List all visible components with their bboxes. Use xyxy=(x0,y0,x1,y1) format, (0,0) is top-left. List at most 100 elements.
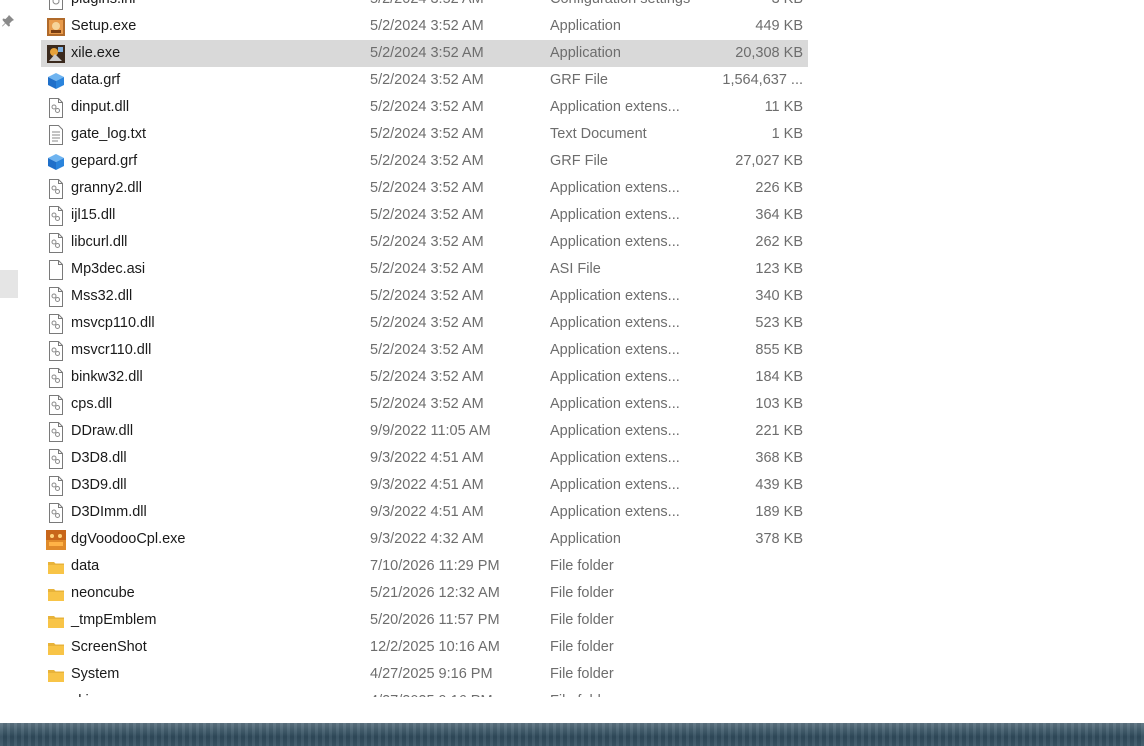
file-size: 364 KB xyxy=(755,207,803,223)
file-type: Configuration settings xyxy=(550,0,690,7)
file-size: 1,564,637 ... xyxy=(722,72,803,88)
file-row[interactable]: DDraw.dll 9/9/2022 11:05 AM Application ex… xyxy=(41,418,808,445)
file-row[interactable]: ijl15.dll 5/2/2024 3:52 AM Application ext… xyxy=(41,202,808,229)
file-size: 368 KB xyxy=(755,450,803,466)
file-row[interactable]: granny2.dll 5/2/2024 3:52 AM Application e… xyxy=(41,175,808,202)
file-type: Application extens... xyxy=(550,180,680,196)
file-row[interactable]: D3D8.dll 9/3/2022 4:51 AM Application exte… xyxy=(41,445,808,472)
file-size: 11 KB xyxy=(764,99,803,115)
folder-icon xyxy=(46,557,66,577)
file-row[interactable]: _tmpEmblem 5/20/2026 11:57 PM File folder xyxy=(41,607,808,634)
file-row[interactable]: dinput.dll 5/2/2024 3:52 AM Application ex… xyxy=(41,94,808,121)
file-type: Application extens... xyxy=(550,396,680,412)
file-row[interactable]: dgVoodooCpl.exe 9/3/2022 4:32 AM Applicati… xyxy=(41,526,808,553)
dll-icon xyxy=(46,395,66,415)
file-name: msvcr110.dll xyxy=(71,342,152,358)
file-row[interactable]: msvcp110.dll 5/2/2024 3:52 AM Application … xyxy=(41,310,808,337)
window-bottom-edge xyxy=(0,697,1144,723)
desktop-wallpaper-strip xyxy=(0,723,1144,746)
file-row[interactable]: gate_log.txt 5/2/2024 3:52 AM Text Documen… xyxy=(41,121,808,148)
file-row[interactable]: System 4/27/2025 9:16 PM File folder xyxy=(41,661,808,688)
file-size: 184 KB xyxy=(755,369,803,385)
file-row[interactable]: neoncube 5/21/2026 12:32 AM File folder xyxy=(41,580,808,607)
file-size: 123 KB xyxy=(755,261,803,277)
setup-exe-icon xyxy=(46,17,66,37)
file-row[interactable]: plugins.ini 5/2/2024 3:52 AM Configuration… xyxy=(41,0,808,13)
dll-icon xyxy=(46,476,66,496)
file-name: DDraw.dll xyxy=(71,423,134,439)
navigation-selected-item[interactable] xyxy=(0,270,18,298)
file-row[interactable]: Setup.exe 5/2/2024 3:52 AM Application 449 … xyxy=(41,13,808,40)
folder-icon xyxy=(46,584,66,604)
file-type: Application extens... xyxy=(550,234,680,250)
file-row[interactable]: Mp3dec.asi 5/2/2024 3:52 AM ASI File 123 KB xyxy=(41,256,808,283)
file-date-modified: 5/2/2024 3:52 AM xyxy=(370,261,484,277)
dll-icon xyxy=(46,287,66,307)
file-date-modified: 9/9/2022 11:05 AM xyxy=(370,423,491,439)
file-date-modified: 5/2/2024 3:52 AM xyxy=(370,72,484,88)
file-name: cps.dll xyxy=(71,396,113,412)
file-row[interactable]: D3D9.dll 9/3/2022 4:51 AM Application exte… xyxy=(41,472,808,499)
file-date-modified: 5/2/2024 3:52 AM xyxy=(370,315,484,331)
file-size: 262 KB xyxy=(755,234,803,250)
grf-cube-icon xyxy=(46,152,66,172)
config-file-icon xyxy=(46,0,66,10)
file-row[interactable]: ScreenShot 12/2/2025 10:16 AM File folder xyxy=(41,634,808,661)
grf-cube-icon xyxy=(46,71,66,91)
file-row[interactable]: binkw32.dll 5/2/2024 3:52 AM Application e… xyxy=(41,364,808,391)
folder-icon xyxy=(46,611,66,631)
file-date-modified: 5/2/2024 3:52 AM xyxy=(370,45,484,61)
file-date-modified: 7/10/2026 11:29 PM xyxy=(370,558,500,574)
file-size: 27,027 KB xyxy=(735,153,803,169)
file-size: 221 KB xyxy=(755,423,803,439)
file-row[interactable]: data.grf 5/2/2024 3:52 AM GRF File 1,564,63… xyxy=(41,67,808,94)
file-row[interactable]: Mss32.dll 5/2/2024 3:52 AM Application ext… xyxy=(41,283,808,310)
file-date-modified: 5/2/2024 3:52 AM xyxy=(370,99,484,115)
file-name: _tmpEmblem xyxy=(71,612,157,628)
file-row[interactable]: libcurl.dll 5/2/2024 3:52 AM Application e… xyxy=(41,229,808,256)
file-row[interactable]: skin4/27/2025 9:16 PMFile folder xyxy=(41,688,808,697)
file-name: Setup.exe xyxy=(71,18,137,34)
file-name: msvcp110.dll xyxy=(71,315,155,331)
folder-icon xyxy=(46,665,66,685)
file-date-modified: 12/2/2025 10:16 AM xyxy=(370,639,500,655)
file-type: File folder xyxy=(550,612,614,628)
dll-icon xyxy=(46,206,66,226)
file-row[interactable]: msvcr110.dll 5/2/2024 3:52 AM Application … xyxy=(41,337,808,364)
file-row[interactable]: data 7/10/2026 11:29 PM File folder xyxy=(41,553,808,580)
file-name: ijl15.dll xyxy=(71,207,116,223)
file-name: binkw32.dll xyxy=(71,369,143,385)
dll-icon xyxy=(46,368,66,388)
file-type: File folder xyxy=(550,585,614,601)
text-document-icon xyxy=(46,125,66,145)
file-type: File folder xyxy=(550,666,614,682)
dll-icon xyxy=(46,503,66,523)
file-date-modified: 5/2/2024 3:52 AM xyxy=(370,207,484,223)
file-date-modified: 5/2/2024 3:52 AM xyxy=(370,180,484,196)
file-date-modified: 9/3/2022 4:51 AM xyxy=(370,477,484,493)
file-row[interactable]: cps.dll 5/2/2024 3:52 AM Application exten… xyxy=(41,391,808,418)
pin-icon[interactable] xyxy=(1,14,15,28)
file-date-modified: 5/2/2024 3:52 AM xyxy=(370,288,484,304)
file-name: gepard.grf xyxy=(71,153,138,169)
file-type: Application extens... xyxy=(550,450,680,466)
navigation-pane[interactable] xyxy=(0,0,22,697)
file-date-modified: 5/2/2024 3:52 AM xyxy=(370,342,484,358)
file-type: Application xyxy=(550,531,621,547)
file-type: Application xyxy=(550,18,621,34)
file-row[interactable]: gepard.grf 5/2/2024 3:52 AM GRF File 27,027… xyxy=(41,148,808,175)
file-type: Application extens... xyxy=(550,369,680,385)
file-row[interactable]: xile.exe 5/2/2024 3:52 AM Application 20,30… xyxy=(41,40,808,67)
file-size: 1 KB xyxy=(771,126,803,142)
file-list[interactable]: plugins.ini 5/2/2024 3:52 AM Configuration… xyxy=(21,0,1144,697)
file-name: gate_log.txt xyxy=(71,126,146,142)
file-date-modified: 5/2/2024 3:52 AM xyxy=(370,0,484,7)
file-name: ScreenShot xyxy=(71,639,147,655)
file-name: libcurl.dll xyxy=(71,234,128,250)
file-date-modified: 5/2/2024 3:52 AM xyxy=(370,396,484,412)
dgvoodoo-exe-icon xyxy=(46,530,66,550)
file-type: Application extens... xyxy=(550,315,680,331)
dll-icon xyxy=(46,422,66,442)
file-row[interactable]: D3DImm.dll 9/3/2022 4:51 AM Application ex… xyxy=(41,499,808,526)
file-date-modified: 5/20/2026 11:57 PM xyxy=(370,612,500,628)
